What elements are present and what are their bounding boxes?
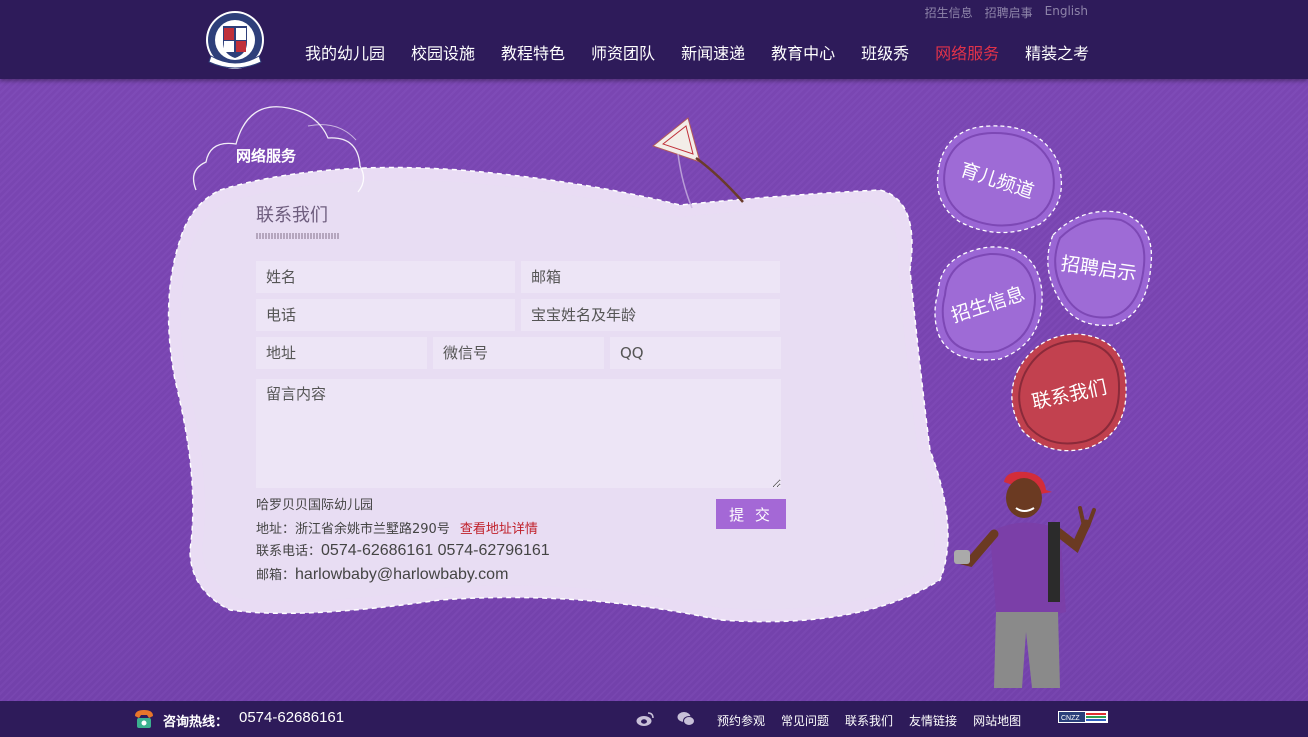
nav-item-education-center[interactable]: 教育中心 xyxy=(758,40,848,64)
address-field[interactable] xyxy=(256,337,427,369)
baby-info-field[interactable] xyxy=(521,299,780,331)
hotline-number: 0574-62686161 xyxy=(239,709,345,726)
title-underline xyxy=(256,233,339,239)
phone-value: 0574-62686161 0574-62796161 xyxy=(321,542,550,559)
nav-item-curriculum[interactable]: 教程特色 xyxy=(488,40,578,64)
name-field[interactable] xyxy=(256,261,515,293)
telephone-icon xyxy=(135,710,153,728)
nav-item-news[interactable]: 新闻速递 xyxy=(668,40,758,64)
cnzz-label: CNZZ xyxy=(1061,715,1080,722)
nav-item-teachers[interactable]: 师资团队 xyxy=(578,40,668,64)
footer: 咨询热线： 0574-62686161 预约参观 常见问题 联系我们 友情链接 … xyxy=(0,701,1308,737)
footer-link-contact[interactable]: 联系我们 xyxy=(845,712,893,729)
school-logo[interactable] xyxy=(203,10,267,72)
cloud-title: 网络服务 xyxy=(236,147,297,165)
bubble-label-recruitment: 招聘启示 xyxy=(1059,252,1138,285)
top-link-english[interactable]: English xyxy=(1045,4,1088,21)
nav-item-online-service[interactable]: 网络服务 xyxy=(922,40,1012,64)
email-label: 邮箱： xyxy=(256,568,296,583)
top-link-admissions[interactable]: 招生信息 xyxy=(925,4,973,21)
school-name: 哈罗贝贝国际幼儿园 xyxy=(256,498,374,513)
section-title: 联系我们 xyxy=(256,205,328,226)
header: 招生信息 招聘启事 English 我的幼儿园 校园设施 教程特色 师资团队 新… xyxy=(0,0,1308,79)
top-link-recruitment[interactable]: 招聘启事 xyxy=(985,4,1033,21)
phone-field[interactable] xyxy=(256,299,515,331)
submit-button[interactable]: 提 交 xyxy=(716,499,786,529)
person-illustration xyxy=(954,471,1096,688)
nav-item-campus-facilities[interactable]: 校园设施 xyxy=(398,40,488,64)
wechat-field[interactable] xyxy=(433,337,604,369)
cnzz-badge[interactable]: CNZZ xyxy=(1058,711,1108,723)
bubble-label-contact: 联系我们 xyxy=(1029,375,1109,414)
footer-link-friend-links[interactable]: 友情链接 xyxy=(909,712,957,729)
wechat-icon[interactable] xyxy=(677,711,695,727)
kite-decoration xyxy=(651,117,744,209)
top-links: 招生信息 招聘启事 English xyxy=(925,4,1088,21)
weibo-icon[interactable] xyxy=(636,711,654,727)
nav-item-exam[interactable]: 精装之考 xyxy=(1012,40,1102,64)
phone-info: 联系电话：0574-62686161 0574-62796161 xyxy=(256,540,550,560)
address-info: 地址：浙江省余姚市兰墅路290号 查看地址详情 xyxy=(256,518,538,537)
phone-label: 联系电话： xyxy=(256,544,322,559)
address-label: 地址：浙江省余姚市兰墅路290号 xyxy=(256,522,450,537)
email-value: harlowbaby@harlowbaby.com xyxy=(295,566,509,583)
main-nav: 我的幼儿园 校园设施 教程特色 师资团队 新闻速递 教育中心 班级秀 网络服务 … xyxy=(292,40,1102,64)
footer-link-book-visit[interactable]: 预约参观 xyxy=(717,712,765,729)
nav-item-my-kindergarten[interactable]: 我的幼儿园 xyxy=(292,40,398,64)
email-field[interactable] xyxy=(521,261,780,293)
message-field[interactable] xyxy=(256,379,781,488)
nav-item-class-show[interactable]: 班级秀 xyxy=(848,40,922,64)
footer-link-sitemap[interactable]: 网站地图 xyxy=(973,712,1021,729)
footer-link-faq[interactable]: 常见问题 xyxy=(781,712,829,729)
bubble-contact-us[interactable]: 联系我们 xyxy=(1008,330,1130,456)
address-detail-link[interactable]: 查看地址详情 xyxy=(460,522,538,537)
qq-field[interactable] xyxy=(610,337,781,369)
email-info: 邮箱：harlowbaby@harlowbaby.com xyxy=(256,564,508,584)
bubble-recruitment[interactable]: 招聘启示 xyxy=(1043,205,1155,329)
footer-links: 预约参观 常见问题 联系我们 友情链接 网站地图 xyxy=(717,712,1021,729)
hotline-label: 咨询热线： xyxy=(163,715,229,730)
